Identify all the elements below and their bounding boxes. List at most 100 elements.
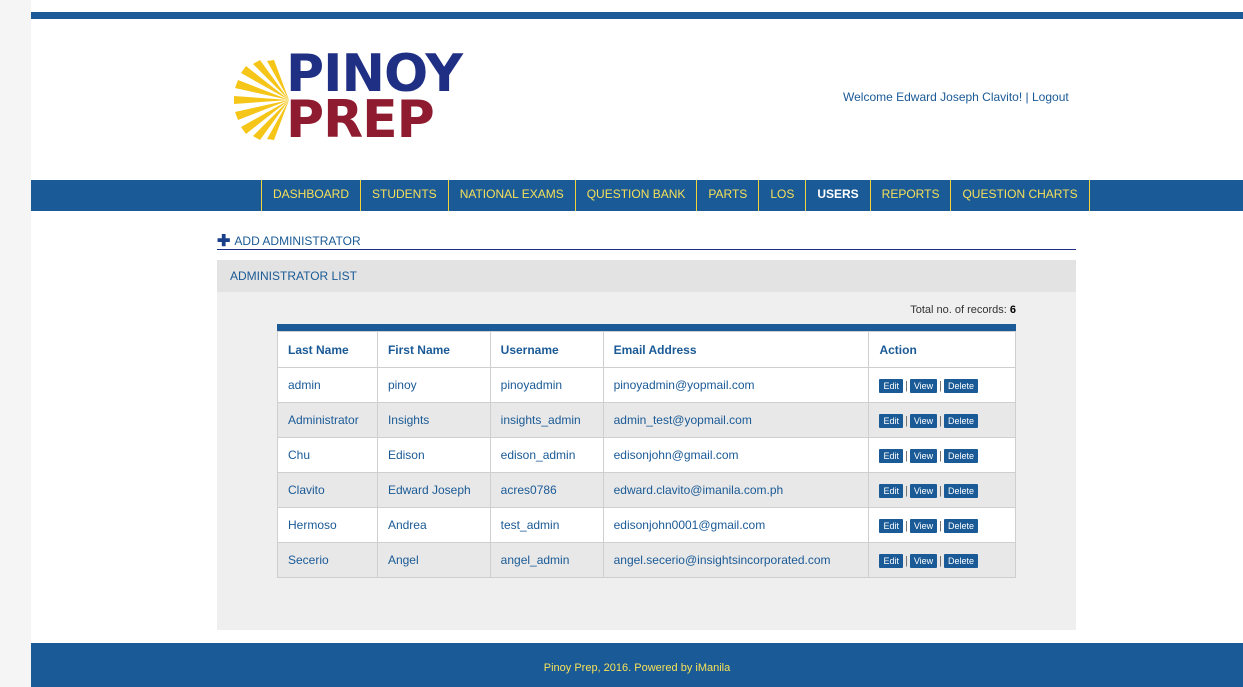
nav-item-users[interactable]: USERS bbox=[806, 180, 871, 211]
username-cell: angel_admin bbox=[489, 542, 604, 578]
welcome-text: Welcome Edward Joseph Clavito! | bbox=[843, 90, 1029, 104]
nav-item-parts[interactable]: PARTS bbox=[697, 180, 760, 211]
table-body: admin pinoy pinoyadmin pinoyadmin@yopmail.c… bbox=[277, 367, 1016, 578]
action-separator: | bbox=[939, 379, 943, 392]
delete-button[interactable]: Delete bbox=[944, 483, 979, 498]
edit-button[interactable]: Edit bbox=[879, 553, 903, 568]
nav-item-students[interactable]: STUDENTS bbox=[361, 180, 449, 211]
welcome-bar: Welcome Edward Joseph Clavito! | Logout bbox=[843, 90, 1069, 104]
delete-button[interactable]: Delete bbox=[944, 448, 979, 463]
logo-text-prep: PREP bbox=[286, 90, 435, 150]
delete-button[interactable]: Delete bbox=[944, 553, 979, 568]
action-separator: | bbox=[904, 379, 908, 392]
logout-link[interactable]: Logout bbox=[1032, 90, 1069, 104]
nav-item-question-bank[interactable]: QUESTION BANK bbox=[576, 180, 698, 211]
first-name-cell: Insights bbox=[376, 402, 491, 438]
delete-button[interactable]: Delete bbox=[944, 378, 979, 393]
action-separator: | bbox=[904, 414, 908, 427]
add-administrator-label: ADD ADMINISTRATOR bbox=[234, 234, 361, 248]
delete-button[interactable]: Delete bbox=[944, 413, 979, 428]
column-header-last-name[interactable]: Last Name bbox=[277, 331, 378, 368]
action-separator: | bbox=[939, 554, 943, 567]
footer: Pinoy Prep, 2016. Powered by iManila bbox=[31, 643, 1243, 687]
table-row: Chu Edison edison_admin edisonjohn@gmail.co… bbox=[277, 437, 1016, 473]
table-row: Clavito Edward Joseph acres0786 edward.clav… bbox=[277, 472, 1016, 508]
add-administrator-link[interactable]: ✚ ADD ADMINISTRATOR bbox=[217, 230, 361, 250]
last-name-cell: Hermoso bbox=[277, 507, 378, 543]
administrator-list-panel: ADMINISTRATOR LIST Total no. of records:… bbox=[217, 260, 1076, 630]
username-cell: edison_admin bbox=[489, 437, 604, 473]
column-header-action[interactable]: Action bbox=[868, 331, 1016, 368]
action-cell: Edit | View | Delete bbox=[868, 367, 1016, 403]
table-row: admin pinoy pinoyadmin pinoyadmin@yopmail.c… bbox=[277, 367, 1016, 403]
action-cell: Edit | View | Delete bbox=[868, 472, 1016, 508]
main-nav: DASHBOARD STUDENTS NATIONAL EXAMS QUESTION … bbox=[261, 180, 1090, 211]
table-row: Hermoso Andrea test_admin edisonjohn0001@gm… bbox=[277, 507, 1016, 543]
email-cell: edward.clavito@imanila.com.ph bbox=[602, 472, 870, 508]
first-name-cell: Edison bbox=[376, 437, 491, 473]
main-nav-bar: DASHBOARD STUDENTS NATIONAL EXAMS QUESTION … bbox=[31, 180, 1243, 211]
action-separator: | bbox=[904, 484, 908, 497]
username-cell: acres0786 bbox=[489, 472, 604, 508]
nav-item-los[interactable]: LOS bbox=[759, 180, 807, 211]
action-cell: Edit | View | Delete bbox=[868, 437, 1016, 473]
first-name-cell: Angel bbox=[376, 542, 491, 578]
action-separator: | bbox=[904, 554, 908, 567]
action-cell: Edit | View | Delete bbox=[868, 542, 1016, 578]
first-name-cell: Edward Joseph bbox=[376, 472, 491, 508]
table-row: Secerio Angel angel_admin angel.secerio@ins… bbox=[277, 542, 1016, 578]
panel-title: ADMINISTRATOR LIST bbox=[217, 260, 1076, 292]
view-button[interactable]: View bbox=[909, 553, 938, 568]
email-cell: admin_test@yopmail.com bbox=[602, 402, 870, 438]
divider bbox=[217, 249, 1076, 250]
column-header-email-address[interactable]: Email Address bbox=[602, 331, 870, 368]
action-separator: | bbox=[939, 449, 943, 462]
first-name-cell: pinoy bbox=[376, 367, 491, 403]
total-records-label: Total no. of records: bbox=[910, 304, 1007, 316]
username-cell: insights_admin bbox=[489, 402, 604, 438]
action-separator: | bbox=[939, 484, 943, 497]
action-separator: | bbox=[904, 519, 908, 532]
nav-item-question-charts[interactable]: QUESTION CHARTS bbox=[951, 180, 1090, 211]
nav-item-national-exams[interactable]: NATIONAL EXAMS bbox=[449, 180, 576, 211]
last-name-cell: Secerio bbox=[277, 542, 378, 578]
view-button[interactable]: View bbox=[909, 413, 938, 428]
last-name-cell: Administrator bbox=[277, 402, 378, 438]
action-separator: | bbox=[939, 519, 943, 532]
first-name-cell: Andrea bbox=[376, 507, 491, 543]
admin-table-wrap: Last Name First Name Username Email Address… bbox=[277, 324, 1016, 578]
column-header-first-name[interactable]: First Name bbox=[376, 331, 491, 368]
last-name-cell: Clavito bbox=[277, 472, 378, 508]
top-accent-bar bbox=[31, 12, 1243, 19]
table-header-row: Last Name First Name Username Email Address… bbox=[277, 331, 1016, 368]
admin-table: Last Name First Name Username Email Address… bbox=[277, 331, 1016, 578]
total-records-value: 6 bbox=[1009, 304, 1016, 316]
action-cell: Edit | View | Delete bbox=[868, 507, 1016, 543]
view-button[interactable]: View bbox=[909, 378, 938, 393]
edit-button[interactable]: Edit bbox=[879, 413, 903, 428]
last-name-cell: admin bbox=[277, 367, 378, 403]
nav-item-reports[interactable]: REPORTS bbox=[871, 180, 952, 211]
edit-button[interactable]: Edit bbox=[879, 448, 903, 463]
edit-button[interactable]: Edit bbox=[879, 378, 903, 393]
nav-item-dashboard[interactable]: DASHBOARD bbox=[262, 180, 362, 211]
email-cell: pinoyadmin@yopmail.com bbox=[602, 367, 870, 403]
email-cell: edisonjohn@gmail.com bbox=[602, 437, 870, 473]
last-name-cell: Chu bbox=[277, 437, 378, 473]
action-separator: | bbox=[904, 449, 908, 462]
view-button[interactable]: View bbox=[909, 518, 938, 533]
plus-icon: ✚ bbox=[217, 233, 231, 250]
view-button[interactable]: View bbox=[909, 448, 938, 463]
edit-button[interactable]: Edit bbox=[879, 518, 903, 533]
table-row: Administrator Insights insights_admin admin… bbox=[277, 402, 1016, 438]
action-cell: Edit | View | Delete bbox=[868, 402, 1016, 438]
username-cell: pinoyadmin bbox=[489, 367, 604, 403]
column-header-username[interactable]: Username bbox=[489, 331, 604, 368]
pinoy-prep-logo[interactable]: PINOY PREP bbox=[234, 44, 464, 150]
edit-button[interactable]: Edit bbox=[879, 483, 903, 498]
view-button[interactable]: View bbox=[909, 483, 938, 498]
username-cell: test_admin bbox=[489, 507, 604, 543]
action-separator: | bbox=[939, 414, 943, 427]
delete-button[interactable]: Delete bbox=[944, 518, 979, 533]
table-top-bar bbox=[277, 324, 1016, 331]
